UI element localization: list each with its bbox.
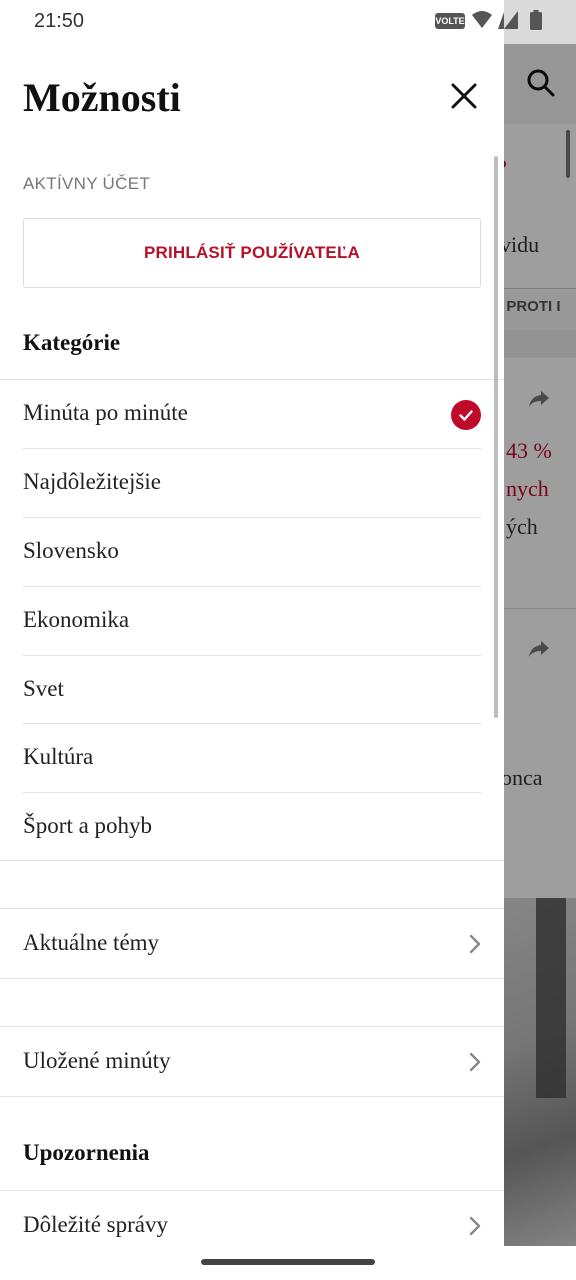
divider [0, 908, 504, 909]
chevron-right-icon [469, 1216, 481, 1236]
divider [0, 1026, 504, 1027]
options-drawer: Možnosti AKTÍVNY ÚČET PRIHLÁSIŤ POUŽÍVAT… [0, 44, 504, 1246]
topics-label: Aktuálne témy [23, 930, 160, 955]
divider [0, 1190, 504, 1191]
category-item-najdolezitejsie[interactable]: Najdôležitejšie [0, 449, 504, 517]
battery-icon [530, 10, 542, 30]
signal-icon [504, 11, 518, 29]
saved-label: Uložené minúty [23, 1048, 171, 1073]
close-icon[interactable] [446, 78, 482, 114]
chevron-right-icon [469, 934, 481, 954]
wifi-icon [472, 11, 492, 28]
status-bar-right [504, 0, 576, 44]
drawer-scrollbar[interactable] [494, 156, 498, 718]
notifications-label: Dôležité správy [23, 1212, 168, 1237]
notifications-item-important[interactable]: Dôležité správy [0, 1192, 504, 1246]
topics-item[interactable]: Aktuálne témy [0, 910, 504, 978]
check-icon [451, 400, 481, 430]
volte-icon: VOLTE [435, 13, 465, 29]
category-item-ekonomika[interactable]: Ekonomika [0, 587, 504, 655]
category-label: Šport a pohyb [23, 813, 153, 838]
category-label: Minúta po minúte [23, 400, 188, 425]
divider [0, 978, 504, 979]
category-label: Kultúra [23, 744, 94, 769]
saved-minutes-item[interactable]: Uložené minúty [0, 1028, 504, 1096]
status-bar: 21:50 VOLTE [0, 0, 504, 44]
category-item-slovensko[interactable]: Slovensko [0, 518, 504, 586]
login-button[interactable]: PRIHLÁSIŤ POUŽÍVATEĽA [23, 218, 481, 288]
category-label: Najdôležitejšie [23, 469, 161, 494]
status-time: 21:50 [34, 10, 85, 32]
category-label: Ekonomika [23, 607, 130, 632]
divider [0, 1096, 504, 1097]
gesture-handle[interactable] [201, 1259, 375, 1265]
category-label: Slovensko [23, 538, 119, 563]
category-item-svet[interactable]: Svet [0, 656, 504, 724]
account-caption: AKTÍVNY ÚČET [23, 174, 151, 193]
category-item-sport-a-pohyb[interactable]: Šport a pohyb [0, 793, 504, 861]
category-item-minuta-po-minute[interactable]: Minúta po minúte [0, 380, 504, 448]
divider [0, 860, 504, 861]
category-item-kultura[interactable]: Kultúra [0, 724, 504, 792]
chevron-right-icon [469, 1052, 481, 1072]
drawer-title: Možnosti [23, 75, 181, 120]
notifications-heading: Upozornenia [23, 1140, 150, 1165]
category-label: Svet [23, 676, 64, 701]
categories-heading: Kategórie [23, 330, 121, 355]
